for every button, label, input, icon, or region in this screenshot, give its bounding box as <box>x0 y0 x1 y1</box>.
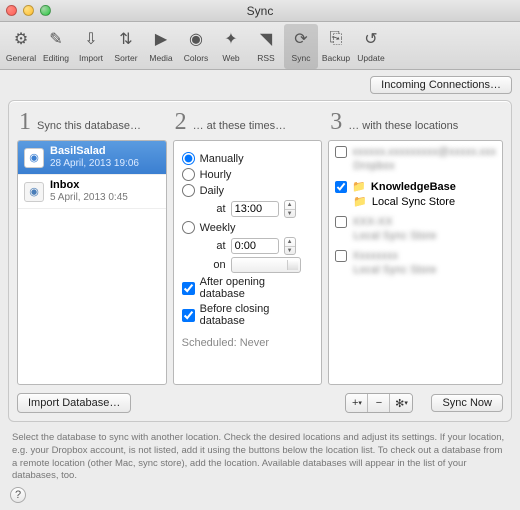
import-icon: ⇩ <box>78 26 104 52</box>
toolbar-web[interactable]: ✦Web <box>214 24 248 69</box>
blurred-location: Xxxxxxxx <box>352 250 398 262</box>
daily-time-input[interactable] <box>231 201 279 217</box>
folder-icon: 📁 <box>353 195 367 208</box>
toolbar-sorter[interactable]: ⇅Sorter <box>109 24 143 69</box>
location-knowledgebase-label: KnowledgeBase <box>371 181 456 193</box>
column-locations: 3 … with these locations xxxxxx.xxxxxxxx… <box>328 109 503 385</box>
update-icon: ↺ <box>358 26 384 52</box>
database-item[interactable]: ◉BasilSalad28 April, 2013 19:06 <box>18 141 166 175</box>
location-action-button[interactable]: ✻▾ <box>390 394 412 412</box>
toolbar-update[interactable]: ↺Update <box>354 24 388 69</box>
column-databases: 1 Sync this database… ◉BasilSalad28 Apri… <box>17 109 167 385</box>
sync-panel: 1 Sync this database… ◉BasilSalad28 Apri… <box>8 100 512 422</box>
weekly-time-input[interactable] <box>231 238 279 254</box>
sync-now-button[interactable]: Sync Now <box>431 394 503 412</box>
window-controls <box>6 5 51 16</box>
incoming-connections-button[interactable]: Incoming Connections… <box>370 76 512 94</box>
location-checkbox[interactable] <box>335 250 347 262</box>
backup-icon: ⎘ <box>323 26 349 52</box>
location-checkbox[interactable] <box>335 216 347 228</box>
rss-icon: ◥ <box>253 26 279 52</box>
toolbar-backup[interactable]: ⎘Backup <box>319 24 353 69</box>
toolbar-general[interactable]: ⚙General <box>4 24 38 69</box>
blurred-location: xxxxxx.xxxxxxxxx@xxxxx.xxx <box>352 146 496 158</box>
weekly-time-stepper[interactable]: ▲▼ <box>284 237 296 255</box>
titlebar: Sync <box>0 0 520 22</box>
weekly-day-row: on <box>208 257 314 273</box>
step-number-2: 2 <box>175 109 187 136</box>
radio-hourly[interactable]: Hourly <box>182 168 314 181</box>
col3-title: … with these locations <box>348 120 458 132</box>
sync-icon: ⟳ <box>288 26 314 52</box>
minimize-window-button[interactable] <box>23 5 34 16</box>
sorter-icon: ⇅ <box>113 26 139 52</box>
blurred-sub: Local Sync Store <box>353 230 436 242</box>
toolbar-media[interactable]: ▶Media <box>144 24 178 69</box>
daily-time-row: at ▲▼ <box>208 200 314 218</box>
database-icon: ◉ <box>24 182 44 202</box>
location-knowledgebase-sub: Local Sync Store <box>372 196 455 208</box>
schedule-options: Manually Hourly Daily at ▲▼ Weekly at ▲▼ <box>173 140 323 385</box>
location-checkbox[interactable] <box>335 146 347 158</box>
locations-list[interactable]: xxxxxx.xxxxxxxxx@xxxxx.xxx Dropbox 📁 Know… <box>328 140 503 385</box>
checkbox-before-close[interactable]: Before closing database <box>182 303 314 327</box>
checkbox-after-open[interactable]: After opening database <box>182 276 314 300</box>
toolbar-import[interactable]: ⇩Import <box>74 24 108 69</box>
blurred-sub: Local Sync Store <box>353 264 436 276</box>
radio-manually[interactable]: Manually <box>182 152 314 165</box>
remove-location-button[interactable]: − <box>368 394 390 412</box>
weekly-time-row: at ▲▼ <box>208 237 314 255</box>
radio-daily[interactable]: Daily <box>182 184 314 197</box>
step-number-3: 3 <box>330 109 342 136</box>
zoom-window-button[interactable] <box>40 5 51 16</box>
prefs-toolbar: ⚙General✎Editing⇩Import⇅Sorter▶Media◉Col… <box>0 22 520 70</box>
blurred-location: XXX-XX <box>352 216 392 228</box>
daily-time-stepper[interactable]: ▲▼ <box>284 200 296 218</box>
web-icon: ✦ <box>218 26 244 52</box>
help-button[interactable]: ? <box>10 487 26 503</box>
toolbar-rss[interactable]: ◥RSS <box>249 24 283 69</box>
colors-icon: ◉ <box>183 26 209 52</box>
general-icon: ⚙ <box>8 26 34 52</box>
window-title: Sync <box>0 4 520 18</box>
toolbar-sync[interactable]: ⟳Sync <box>284 24 318 69</box>
col2-title: … at these times… <box>193 120 287 132</box>
weekly-day-popup[interactable] <box>231 257 301 273</box>
media-icon: ▶ <box>148 26 174 52</box>
toolbar-colors[interactable]: ◉Colors <box>179 24 213 69</box>
toolbar-editing[interactable]: ✎Editing <box>39 24 73 69</box>
step-number-1: 1 <box>19 109 31 136</box>
col1-title: Sync this database… <box>37 120 141 132</box>
help-text: Select the database to sync with another… <box>0 426 520 487</box>
scheduled-status: Scheduled: Never <box>182 337 314 349</box>
location-knowledgebase-checkbox[interactable] <box>335 181 347 193</box>
blurred-sub: Dropbox <box>353 160 395 172</box>
editing-icon: ✎ <box>43 26 69 52</box>
folder-icon: 📁 <box>352 180 366 193</box>
database-icon: ◉ <box>24 148 44 168</box>
column-schedule: 2 … at these times… Manually Hourly Dail… <box>173 109 323 385</box>
database-item[interactable]: ◉Inbox5 April, 2013 0:45 <box>18 175 166 209</box>
radio-weekly[interactable]: Weekly <box>182 221 314 234</box>
add-location-button[interactable]: +▾ <box>346 394 368 412</box>
database-list[interactable]: ◉BasilSalad28 April, 2013 19:06◉Inbox5 A… <box>17 140 167 385</box>
import-database-button[interactable]: Import Database… <box>17 393 131 413</box>
close-window-button[interactable] <box>6 5 17 16</box>
location-controls: +▾ − ✻▾ <box>345 393 413 413</box>
